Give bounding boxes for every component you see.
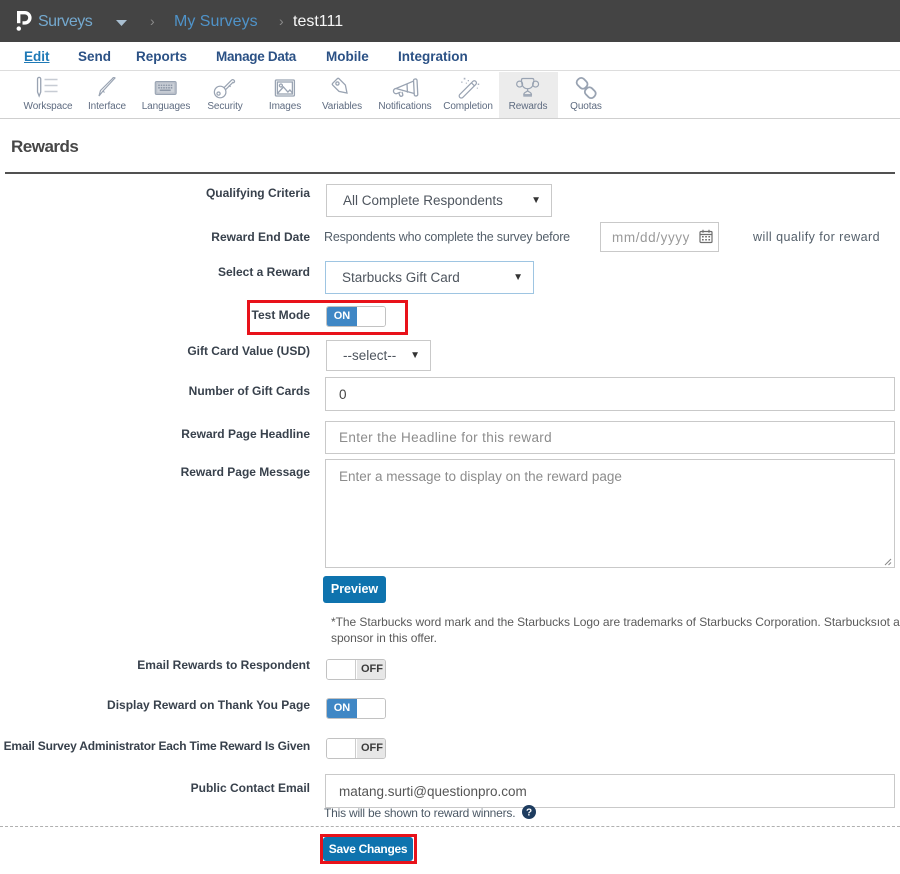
svg-text:?: ? [526,808,532,819]
